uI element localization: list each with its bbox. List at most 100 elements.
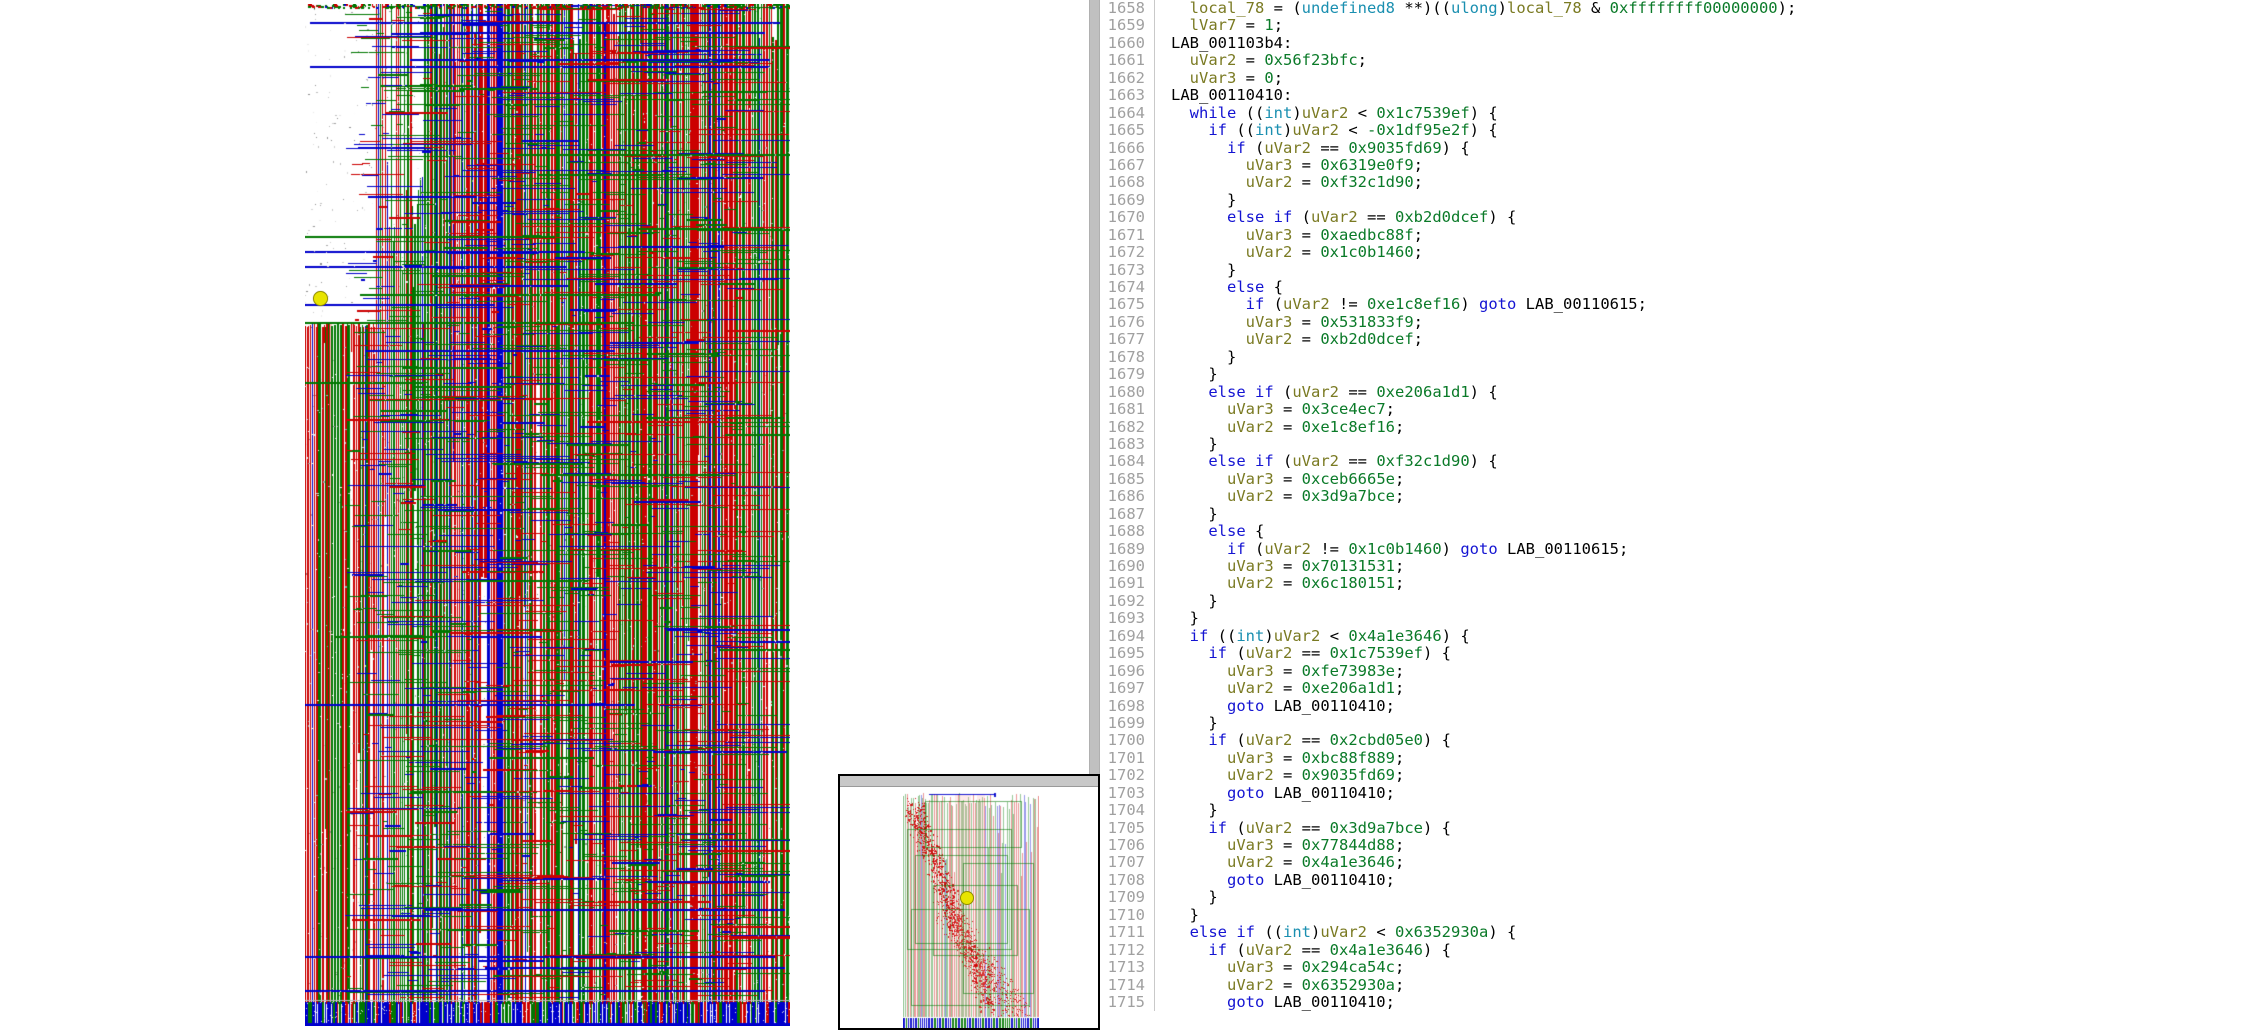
code-line[interactable]: 1681 uVar3 = 0x3ce4ec7; (1102, 401, 2267, 418)
code-text[interactable]: } (1165, 436, 1218, 453)
code-text[interactable]: uVar3 = 0x6319e0f9; (1165, 157, 1423, 174)
code-line[interactable]: 1706 uVar3 = 0x77844d88; (1102, 837, 2267, 854)
code-line[interactable]: 1674 else { (1102, 279, 2267, 296)
code-text[interactable]: if (uVar2 == 0x1c7539ef) { (1165, 645, 1451, 662)
code-line[interactable]: 1700 if (uVar2 == 0x2cbd05e0) { (1102, 732, 2267, 749)
code-text[interactable]: } (1165, 506, 1218, 523)
code-text[interactable]: uVar3 = 0x294ca54c; (1165, 959, 1404, 976)
graph-minimap[interactable] (838, 774, 1100, 1030)
code-line[interactable]: 1662 uVar3 = 0; (1102, 70, 2267, 87)
code-text[interactable]: LAB_001103b4: (1165, 35, 1292, 52)
code-text[interactable]: } (1165, 802, 1218, 819)
code-line[interactable]: 1708 goto LAB_00110410; (1102, 872, 2267, 889)
code-line[interactable]: 1664 while ((int)uVar2 < 0x1c7539ef) { (1102, 105, 2267, 122)
code-line[interactable]: 1661 uVar2 = 0x56f23bfc; (1102, 52, 2267, 69)
code-text[interactable]: uVar2 = 0xf32c1d90; (1165, 174, 1423, 191)
code-line[interactable]: 1658 local_78 = (undefined8 **)((ulong)l… (1102, 0, 2267, 17)
code-line[interactable]: 1677 uVar2 = 0xb2d0dcef; (1102, 331, 2267, 348)
code-line[interactable]: 1701 uVar3 = 0xbc88f889; (1102, 750, 2267, 767)
function-graph-canvas[interactable] (305, 4, 790, 1026)
code-text[interactable]: uVar2 = 0xb2d0dcef; (1165, 331, 1423, 348)
code-line[interactable]: 1696 uVar3 = 0xfe73983e; (1102, 663, 2267, 680)
graph-current-vertex-marker[interactable] (313, 291, 328, 306)
code-text[interactable]: uVar3 = 0xceb6665e; (1165, 471, 1404, 488)
code-line[interactable]: 1698 goto LAB_00110410; (1102, 698, 2267, 715)
code-text[interactable]: uVar3 = 0xbc88f889; (1165, 750, 1404, 767)
code-text[interactable]: else if (uVar2 == 0xf32c1d90) { (1165, 453, 1498, 470)
code-line[interactable]: 1675 if (uVar2 != 0xe1c8ef16) goto LAB_0… (1102, 296, 2267, 313)
code-text[interactable]: } (1165, 366, 1218, 383)
decompiler-panel[interactable]: 1658 local_78 = (undefined8 **)((ulong)l… (1085, 0, 2267, 1030)
code-line[interactable]: 1707 uVar2 = 0x4a1e3646; (1102, 854, 2267, 871)
code-text[interactable]: else { (1165, 279, 1283, 296)
code-line[interactable]: 1670 else if (uVar2 == 0xb2d0dcef) { (1102, 209, 2267, 226)
code-text[interactable]: uVar3 = 0x531833f9; (1165, 314, 1423, 331)
code-text[interactable]: uVar2 = 0x4a1e3646; (1165, 854, 1404, 871)
code-text[interactable]: else if (uVar2 == 0xe206a1d1) { (1165, 384, 1498, 401)
code-line[interactable]: 1710 } (1102, 907, 2267, 924)
code-line[interactable]: 1673 } (1102, 262, 2267, 279)
code-text[interactable]: uVar2 = 0x6c180151; (1165, 575, 1404, 592)
code-text[interactable]: uVar2 = 0x56f23bfc; (1165, 52, 1367, 69)
code-line[interactable]: 1713 uVar3 = 0x294ca54c; (1102, 959, 2267, 976)
code-line[interactable]: 1704 } (1102, 802, 2267, 819)
code-text[interactable]: if (uVar2 != 0xe1c8ef16) goto LAB_001106… (1165, 296, 1647, 313)
code-text[interactable]: if ((int)uVar2 < 0x4a1e3646) { (1165, 628, 1470, 645)
code-line[interactable]: 1690 uVar3 = 0x70131531; (1102, 558, 2267, 575)
code-text[interactable]: goto LAB_00110410; (1165, 994, 1395, 1011)
code-line[interactable]: 1685 uVar3 = 0xceb6665e; (1102, 471, 2267, 488)
code-text[interactable]: if (uVar2 == 0x4a1e3646) { (1165, 942, 1451, 959)
code-line[interactable]: 1695 if (uVar2 == 0x1c7539ef) { (1102, 645, 2267, 662)
code-line[interactable]: 1683 } (1102, 436, 2267, 453)
code-text[interactable]: } (1165, 610, 1199, 627)
code-line[interactable]: 1694 if ((int)uVar2 < 0x4a1e3646) { (1102, 628, 2267, 645)
code-text[interactable]: } (1165, 907, 1199, 924)
code-line[interactable]: 1671 uVar3 = 0xaedbc88f; (1102, 227, 2267, 244)
code-text[interactable]: lVar7 = 1; (1165, 17, 1283, 34)
code-text[interactable]: LAB_00110410: (1165, 87, 1292, 104)
code-text[interactable]: uVar3 = 0; (1165, 70, 1283, 87)
code-line[interactable]: 1680 else if (uVar2 == 0xe206a1d1) { (1102, 384, 2267, 401)
code-text[interactable]: if ((int)uVar2 < -0x1df95e2f) { (1165, 122, 1498, 139)
code-text[interactable]: uVar2 = 0x3d9a7bce; (1165, 488, 1404, 505)
code-text[interactable]: } (1165, 889, 1218, 906)
code-line[interactable]: 1702 uVar2 = 0x9035fd69; (1102, 767, 2267, 784)
code-line[interactable]: 1667 uVar3 = 0x6319e0f9; (1102, 157, 2267, 174)
code-line[interactable]: 1705 if (uVar2 == 0x3d9a7bce) { (1102, 820, 2267, 837)
code-line[interactable]: 1687 } (1102, 506, 2267, 523)
code-line[interactable]: 1665 if ((int)uVar2 < -0x1df95e2f) { (1102, 122, 2267, 139)
code-text[interactable]: uVar2 = 0x9035fd69; (1165, 767, 1404, 784)
code-text[interactable]: if (uVar2 == 0x2cbd05e0) { (1165, 732, 1451, 749)
code-text[interactable]: } (1165, 715, 1218, 732)
code-line[interactable]: 1712 if (uVar2 == 0x4a1e3646) { (1102, 942, 2267, 959)
code-text[interactable]: local_78 = (undefined8 **)((ulong)local_… (1165, 0, 1796, 17)
code-line[interactable]: 1682 uVar2 = 0xe1c8ef16; (1102, 419, 2267, 436)
code-text[interactable]: if (uVar2 != 0x1c0b1460) goto LAB_001106… (1165, 541, 1628, 558)
code-line[interactable]: 1679 } (1102, 366, 2267, 383)
code-text[interactable]: uVar3 = 0xaedbc88f; (1165, 227, 1423, 244)
code-line[interactable]: 1699 } (1102, 715, 2267, 732)
code-text[interactable]: else if (uVar2 == 0xb2d0dcef) { (1165, 209, 1516, 226)
code-text[interactable]: while ((int)uVar2 < 0x1c7539ef) { (1165, 105, 1498, 122)
code-line[interactable]: 1709 } (1102, 889, 2267, 906)
code-text[interactable]: uVar3 = 0x3ce4ec7; (1165, 401, 1395, 418)
code-line[interactable]: 1663LAB_00110410: (1102, 87, 2267, 104)
code-line[interactable]: 1711 else if ((int)uVar2 < 0x6352930a) { (1102, 924, 2267, 941)
code-line[interactable]: 1676 uVar3 = 0x531833f9; (1102, 314, 2267, 331)
code-line[interactable]: 1691 uVar2 = 0x6c180151; (1102, 575, 2267, 592)
code-text[interactable]: } (1165, 593, 1218, 610)
code-text[interactable]: goto LAB_00110410; (1165, 785, 1395, 802)
minimap-body[interactable] (840, 787, 1098, 1030)
code-line[interactable]: 1689 if (uVar2 != 0x1c0b1460) goto LAB_0… (1102, 541, 2267, 558)
code-line[interactable]: 1672 uVar2 = 0x1c0b1460; (1102, 244, 2267, 261)
code-text[interactable]: if (uVar2 == 0x3d9a7bce) { (1165, 820, 1451, 837)
code-text[interactable]: uVar2 = 0xe1c8ef16; (1165, 419, 1404, 436)
code-text[interactable]: uVar2 = 0xe206a1d1; (1165, 680, 1404, 697)
code-line[interactable]: 1692 } (1102, 593, 2267, 610)
code-text[interactable]: else { (1165, 523, 1264, 540)
code-line[interactable]: 1684 else if (uVar2 == 0xf32c1d90) { (1102, 453, 2267, 470)
code-line[interactable]: 1715 goto LAB_00110410; (1102, 994, 2267, 1011)
code-text[interactable]: goto LAB_00110410; (1165, 698, 1395, 715)
decompiled-code-listing[interactable]: 1658 local_78 = (undefined8 **)((ulong)l… (1102, 0, 2267, 1030)
minimap-viewport-marker[interactable] (960, 891, 974, 905)
